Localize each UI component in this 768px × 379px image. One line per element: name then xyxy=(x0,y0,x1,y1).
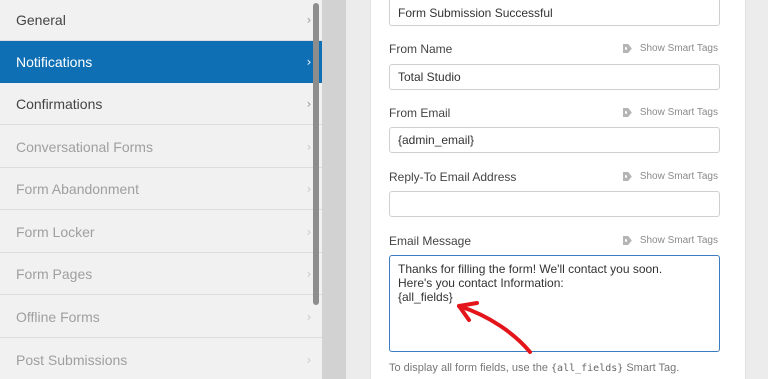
sidebar-item-label: Notifications xyxy=(16,53,93,70)
message-line: Thanks for filling the form! We'll conta… xyxy=(398,262,663,276)
sidebar-item-general[interactable]: General › xyxy=(0,0,322,41)
from-name-label: From Name xyxy=(389,42,453,56)
tag-icon xyxy=(623,172,635,181)
from-email-input[interactable]: {admin_email} xyxy=(389,127,720,153)
sidebar-item-confirmations[interactable]: Confirmations › xyxy=(0,83,322,125)
sidebar-item-form-locker[interactable]: Form Locker › xyxy=(0,211,322,253)
all-fields-help-text: To display all form fields, use the {all… xyxy=(389,362,679,374)
right-margin xyxy=(746,0,768,379)
from-email-label: From Email xyxy=(389,106,451,120)
sidebar-scrollbar-thumb[interactable] xyxy=(313,3,319,305)
sidebar-item-conversational-forms[interactable]: Conversational Forms › xyxy=(0,126,322,168)
email-subject-input[interactable]: Form Submission Successful xyxy=(389,0,720,26)
sidebar-item-label: Conversational Forms xyxy=(16,138,153,155)
email-subject-value: Form Submission Successful xyxy=(398,5,553,20)
reply-to-label: Reply-To Email Address xyxy=(389,170,517,184)
sidebar-item-label: Offline Forms xyxy=(16,308,100,325)
tag-icon xyxy=(623,236,635,245)
tag-icon xyxy=(623,44,635,53)
help-prefix: To display all form fields, use the xyxy=(389,362,552,374)
message-line: {all_fields} xyxy=(398,290,453,304)
panel-divider xyxy=(322,0,346,379)
sidebar-item-offline-forms[interactable]: Offline Forms › xyxy=(0,296,322,338)
help-suffix: Smart Tag. xyxy=(623,362,680,374)
sidebar-item-label: Post Submissions xyxy=(16,351,128,368)
show-smart-tags-label: Show Smart Tags xyxy=(639,43,718,54)
sidebar-item-label: Confirmations xyxy=(16,95,103,112)
reply-to-input[interactable] xyxy=(389,191,720,217)
sidebar-item-notifications[interactable]: Notifications › xyxy=(0,41,322,83)
from-name-input[interactable]: Total Studio xyxy=(389,64,720,90)
sidebar-item-label: Form Pages xyxy=(16,265,93,282)
from-name-value: Total Studio xyxy=(398,70,461,84)
settings-sidebar: General › Notifications › Confirmations … xyxy=(0,0,322,379)
sidebar-item-post-submissions[interactable]: Post Submissions › xyxy=(0,339,322,379)
show-smart-tags-link[interactable]: Show Smart Tags xyxy=(623,43,718,54)
sidebar-item-label: Form Locker xyxy=(16,223,95,240)
from-email-value: {admin_email} xyxy=(398,133,475,147)
all-fields-code: {all_fields} xyxy=(551,363,624,374)
message-line: Here's you contact Information: xyxy=(398,276,564,290)
tag-icon xyxy=(623,108,635,117)
content-background xyxy=(346,0,370,379)
sidebar-item-label: General xyxy=(16,11,66,28)
show-smart-tags-label: Show Smart Tags xyxy=(639,171,718,182)
show-smart-tags-label: Show Smart Tags xyxy=(639,235,718,246)
show-smart-tags-label: Show Smart Tags xyxy=(639,107,718,118)
show-smart-tags-link[interactable]: Show Smart Tags xyxy=(623,171,718,182)
notification-settings-panel: Form Submission Successful From Name Sho… xyxy=(370,0,746,379)
sidebar-item-form-abandonment[interactable]: Form Abandonment › xyxy=(0,168,322,210)
show-smart-tags-link[interactable]: Show Smart Tags xyxy=(623,235,718,246)
sidebar-item-form-pages[interactable]: Form Pages › xyxy=(0,253,322,295)
sidebar-item-label: Form Abandonment xyxy=(16,180,139,197)
annotation-arrow-icon xyxy=(457,301,532,354)
email-message-textarea[interactable]: Thanks for filling the form! We'll conta… xyxy=(389,255,720,352)
email-message-label: Email Message xyxy=(389,234,472,248)
show-smart-tags-link[interactable]: Show Smart Tags xyxy=(623,107,718,118)
